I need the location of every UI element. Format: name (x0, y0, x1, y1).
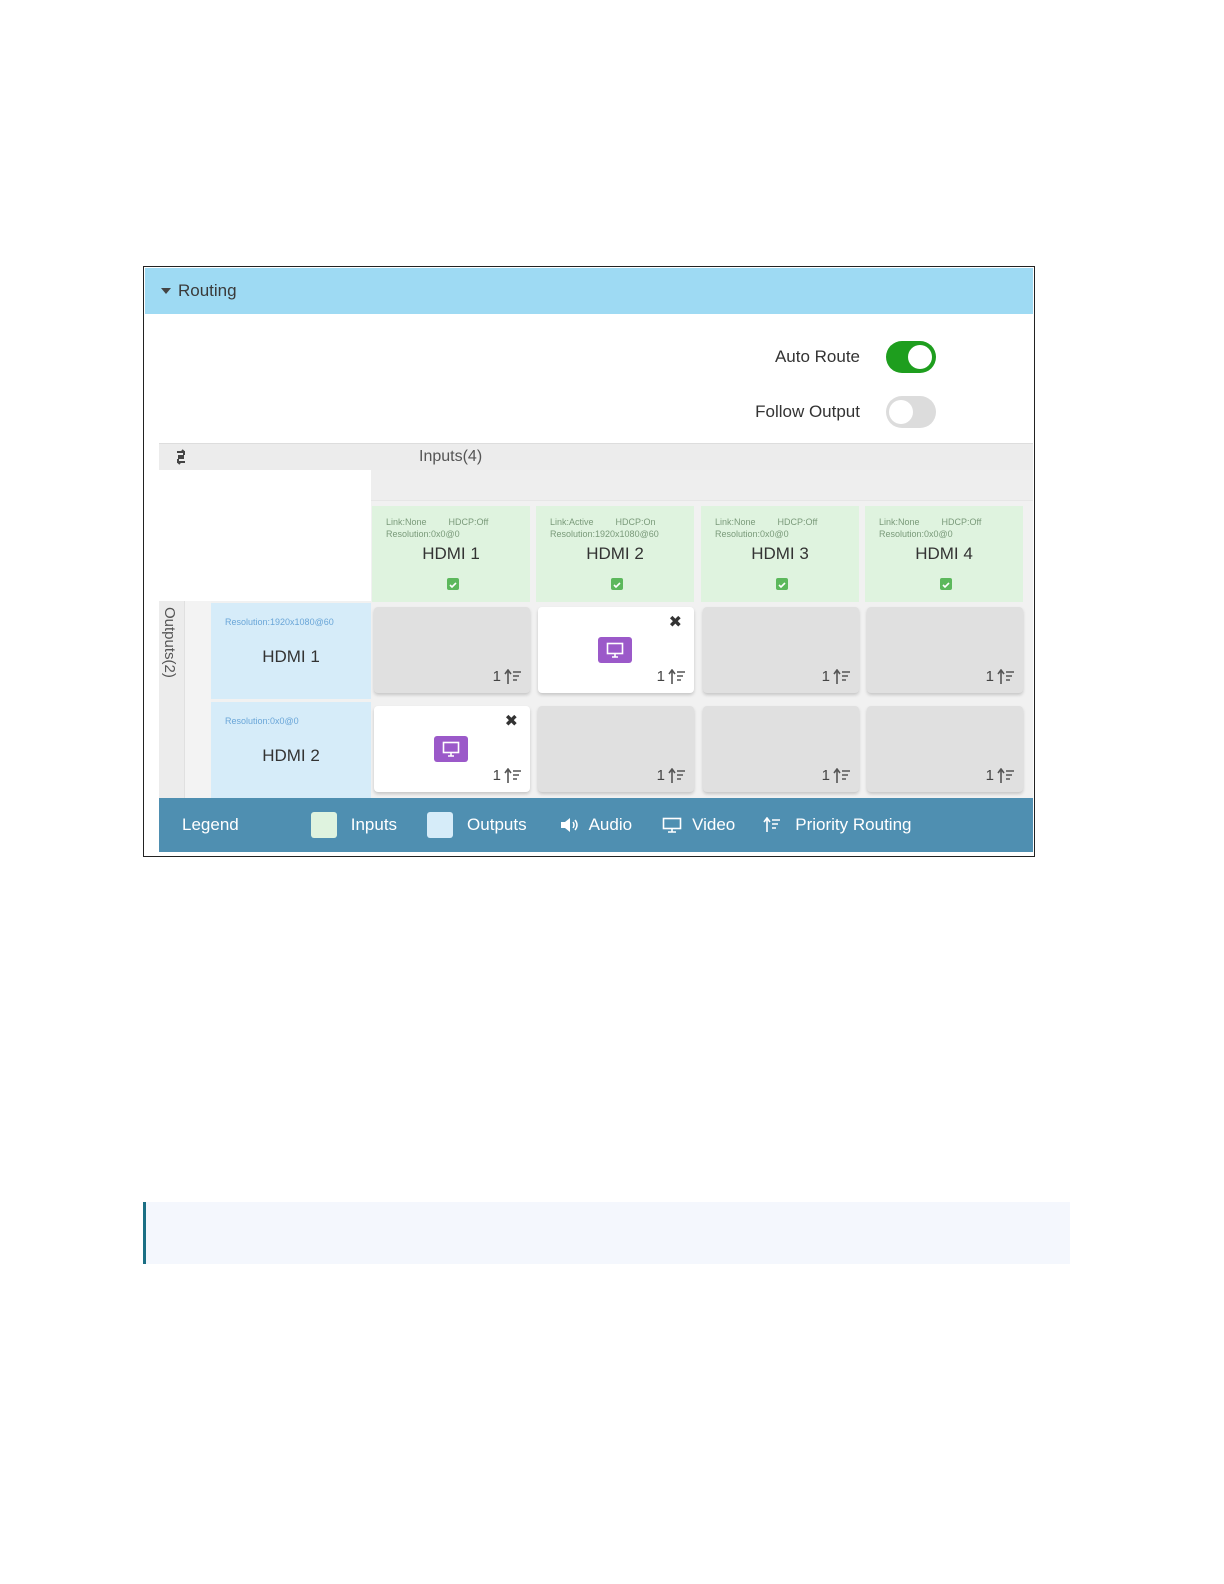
priority-indicator[interactable]: 1 (493, 668, 522, 685)
monitor-icon (606, 642, 624, 658)
priority-indicator[interactable]: 1 (657, 668, 686, 685)
legend-audio: Audio (559, 815, 632, 835)
output-name: HDMI 1 (262, 647, 320, 666)
input-name: HDMI 2 (586, 544, 644, 563)
priority-indicator[interactable]: 1 (657, 767, 686, 784)
priority-routing-icon (997, 767, 1014, 783)
inputs-swatch (310, 812, 337, 838)
priority-indicator[interactable]: 1 (822, 767, 851, 784)
crosspoint-cell[interactable]: 1 (538, 706, 694, 792)
monitor-icon (662, 817, 682, 833)
output-row-hdmi-1: Resolution:1920x1080@60 HDMI 1 (211, 603, 371, 699)
routing-panel: Routing Auto Route Follow Output Inputs(… (143, 266, 1035, 857)
output-resolution: Resolution:0x0@0 (225, 716, 299, 726)
check-icon[interactable] (940, 578, 952, 590)
crosspoint-cell-active[interactable]: ✖ 1 (374, 706, 530, 792)
routing-header[interactable]: Routing (145, 268, 1033, 314)
routing-title: Routing (178, 281, 237, 300)
priority-routing-icon (504, 767, 521, 783)
check-icon[interactable] (611, 578, 623, 590)
routing-grid: Inputs(4) Link:None HDCP:Off Resolution:0x… (159, 443, 1033, 798)
crosspoint-cell[interactable]: 1 (703, 607, 859, 693)
note-callout (143, 1202, 1070, 1264)
crosspoint-cell[interactable]: 1 (703, 706, 859, 792)
speaker-icon (559, 817, 579, 833)
close-icon[interactable]: ✖ (669, 612, 682, 632)
input-column-hdmi-4: Link:None HDCP:Off Resolution:0x0@0 HDMI 4 (865, 506, 1023, 602)
legend-priority-routing: Priority Routing (763, 815, 911, 835)
follow-output-toggle[interactable] (886, 396, 936, 428)
priority-routing-icon (504, 668, 521, 684)
close-icon[interactable]: ✖ (505, 711, 518, 731)
follow-output-label: Follow Output (755, 402, 860, 421)
monitor-icon (442, 741, 460, 757)
input-column-hdmi-3: Link:None HDCP:Off Resolution:0x0@0 HDMI 3 (701, 506, 859, 602)
legend-bar: Legend Inputs Outputs Audio Video Priori… (159, 798, 1033, 852)
input-meta: Link:None HDCP:Off Resolution:0x0@0 (386, 517, 489, 539)
grid-toolbar: Inputs(4) (159, 443, 1033, 471)
check-icon[interactable] (447, 578, 459, 590)
video-route-badge[interactable] (434, 736, 468, 762)
inputs-title: Inputs(4) (419, 448, 483, 465)
legend-title: Legend (182, 815, 239, 834)
refresh-icon[interactable] (173, 449, 189, 465)
legend-video: Video (662, 815, 735, 835)
priority-indicator[interactable]: 1 (986, 767, 1015, 784)
auto-route-row: Auto Route (775, 341, 936, 373)
inputs-subbar (371, 470, 1033, 501)
follow-output-row: Follow Output (755, 396, 936, 428)
outputs-swatch (427, 812, 454, 838)
outputs-gap (184, 601, 211, 798)
grid-corner (159, 470, 371, 601)
priority-indicator[interactable]: 1 (822, 668, 851, 685)
input-column-hdmi-2: Link:Active HDCP:On Resolution:1920x1080@6… (536, 506, 694, 602)
crosspoint-cell[interactable]: 1 (867, 706, 1023, 792)
toggle-knob (889, 400, 913, 424)
legend-outputs: Outputs (427, 812, 527, 838)
priority-routing-icon (668, 668, 685, 684)
priority-routing-icon (833, 767, 850, 783)
crosspoint-cell[interactable]: 1 (374, 607, 530, 693)
priority-routing-icon (833, 668, 850, 684)
input-meta: Link:None HDCP:Off Resolution:0x0@0 (715, 517, 818, 539)
priority-routing-icon (668, 767, 685, 783)
check-icon[interactable] (776, 578, 788, 590)
input-name: HDMI 3 (751, 544, 809, 563)
input-meta: Link:Active HDCP:On Resolution:1920x1080@6… (550, 517, 659, 539)
input-name: HDMI 4 (915, 544, 973, 563)
input-name: HDMI 1 (422, 544, 480, 563)
caret-down-icon[interactable] (161, 288, 171, 294)
priority-indicator[interactable]: 1 (986, 668, 1015, 685)
crosspoint-cell[interactable]: 1 (867, 607, 1023, 693)
auto-route-label: Auto Route (774, 347, 860, 366)
auto-route-toggle[interactable] (886, 341, 936, 373)
crosspoint-cell-active[interactable]: ✖ 1 (538, 607, 694, 693)
priority-routing-icon (997, 668, 1014, 684)
output-resolution: Resolution:1920x1080@60 (225, 617, 334, 627)
outputs-side-label: Outputs(2) (159, 601, 184, 798)
legend-inputs: Inputs (310, 812, 397, 838)
toggle-knob (908, 345, 932, 369)
output-row-hdmi-2: Resolution:0x0@0 HDMI 2 (211, 702, 371, 798)
output-name: HDMI 2 (262, 746, 320, 765)
video-route-badge[interactable] (598, 637, 632, 663)
priority-routing-icon (763, 817, 781, 833)
input-meta: Link:None HDCP:Off Resolution:0x0@0 (879, 517, 982, 539)
input-column-hdmi-1: Link:None HDCP:Off Resolution:0x0@0 HDMI 1 (372, 506, 530, 602)
priority-indicator[interactable]: 1 (493, 767, 522, 784)
